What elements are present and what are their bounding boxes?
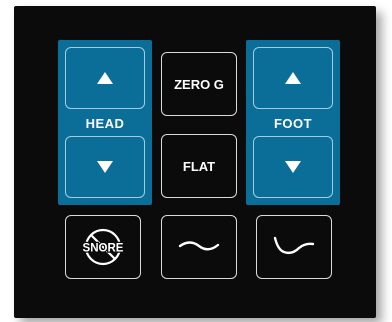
triangle-down-icon (284, 160, 302, 174)
wave-flat-icon (177, 237, 221, 257)
foot-up-button[interactable] (253, 47, 333, 109)
wave-lounge-icon (272, 234, 316, 260)
head-control-group: HEAD (58, 40, 152, 205)
snore-text: SNORE (83, 243, 124, 255)
wave-lounge-button[interactable] (256, 215, 332, 279)
head-up-button[interactable] (65, 47, 145, 109)
triangle-down-icon (96, 160, 114, 174)
head-label: HEAD (85, 116, 125, 131)
no-snore-icon: SNORE (80, 224, 126, 270)
zero-g-button[interactable]: ZERO G (161, 52, 237, 116)
anti-snore-button[interactable]: SNORE (65, 215, 141, 279)
foot-label: FOOT (273, 116, 313, 131)
triangle-up-icon (284, 71, 302, 85)
head-down-button[interactable] (65, 136, 145, 198)
foot-down-button[interactable] (253, 136, 333, 198)
flat-button[interactable]: FLAT (161, 134, 237, 198)
triangle-up-icon (96, 71, 114, 85)
foot-control-group: FOOT (246, 40, 340, 205)
zero-g-label: ZERO G (174, 76, 224, 92)
flat-label: FLAT (182, 158, 216, 174)
wave-flat-button[interactable] (161, 215, 237, 279)
remote-frame: HEAD FOOT ZERO G FLAT SNORE (0, 0, 392, 322)
